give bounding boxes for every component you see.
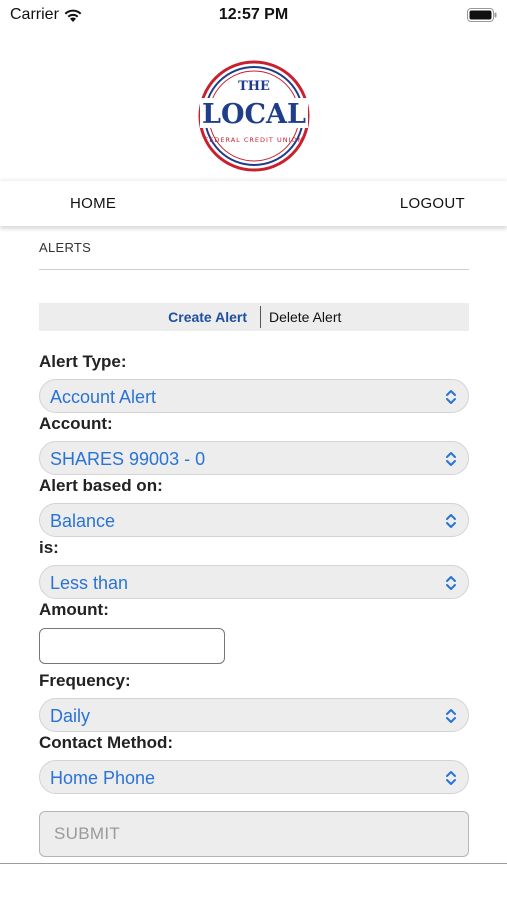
tab-create-alert[interactable]: Create Alert [39, 303, 260, 331]
contact-method-label: Contact Method: [39, 733, 174, 752]
submit-button[interactable]: SUBMIT [39, 811, 469, 857]
svg-text:THE: THE [238, 79, 270, 94]
based-on-select[interactable]: Balance [39, 503, 469, 537]
chevron-up-down-icon [446, 771, 456, 785]
section-divider [39, 269, 469, 270]
alert-type-value: Account Alert [50, 387, 157, 407]
alert-type-label: Alert Type: [39, 352, 127, 371]
based-on-value: Balance [50, 511, 116, 531]
amount-label: Amount: [39, 600, 109, 619]
alert-tabs: Create Alert Delete Alert [39, 303, 469, 331]
alert-type-select[interactable]: Account Alert [39, 379, 469, 413]
amount-input[interactable] [39, 628, 225, 664]
account-label: Account: [39, 414, 113, 433]
contact-method-select[interactable]: Home Phone [39, 760, 469, 794]
tab-delete-alert[interactable]: Delete Alert [261, 303, 341, 331]
nav-logout-link[interactable]: LOGOUT [400, 195, 465, 212]
account-value: SHARES 99003 - 0 [50, 449, 206, 469]
chevron-up-down-icon [446, 390, 456, 404]
comparison-value: Less than [50, 573, 129, 593]
top-nav-bar: HOME LOGOUT [0, 181, 507, 226]
frequency-select[interactable]: Daily [39, 698, 469, 732]
chevron-up-down-icon [446, 576, 456, 590]
credit-union-logo: THE LOCAL FEDERAL CREDIT UNION [0, 56, 507, 176]
nav-home-link[interactable]: HOME [70, 195, 116, 212]
status-time: 12:57 PM [218, 6, 289, 23]
comparison-select[interactable]: Less than [39, 565, 469, 599]
chevron-up-down-icon [446, 514, 456, 528]
page-title: ALERTS [39, 240, 92, 255]
frequency-value: Daily [50, 706, 91, 726]
battery-icon [467, 8, 497, 22]
bottom-divider [0, 863, 507, 864]
comparison-label: is: [39, 538, 59, 557]
contact-method-value: Home Phone [50, 768, 156, 788]
logo-seal-icon: THE LOCAL FEDERAL CREDIT UNION [198, 60, 309, 172]
chevron-up-down-icon [446, 709, 456, 723]
svg-text:FEDERAL CREDIT UNION: FEDERAL CREDIT UNION [204, 136, 303, 144]
status-bar: Carrier 12:57 PM [0, 0, 507, 32]
based-on-label: Alert based on: [39, 476, 163, 495]
chevron-up-down-icon [446, 452, 456, 466]
svg-text:LOCAL: LOCAL [202, 99, 306, 130]
frequency-label: Frequency: [39, 671, 131, 690]
account-select[interactable]: SHARES 99003 - 0 [39, 441, 469, 475]
